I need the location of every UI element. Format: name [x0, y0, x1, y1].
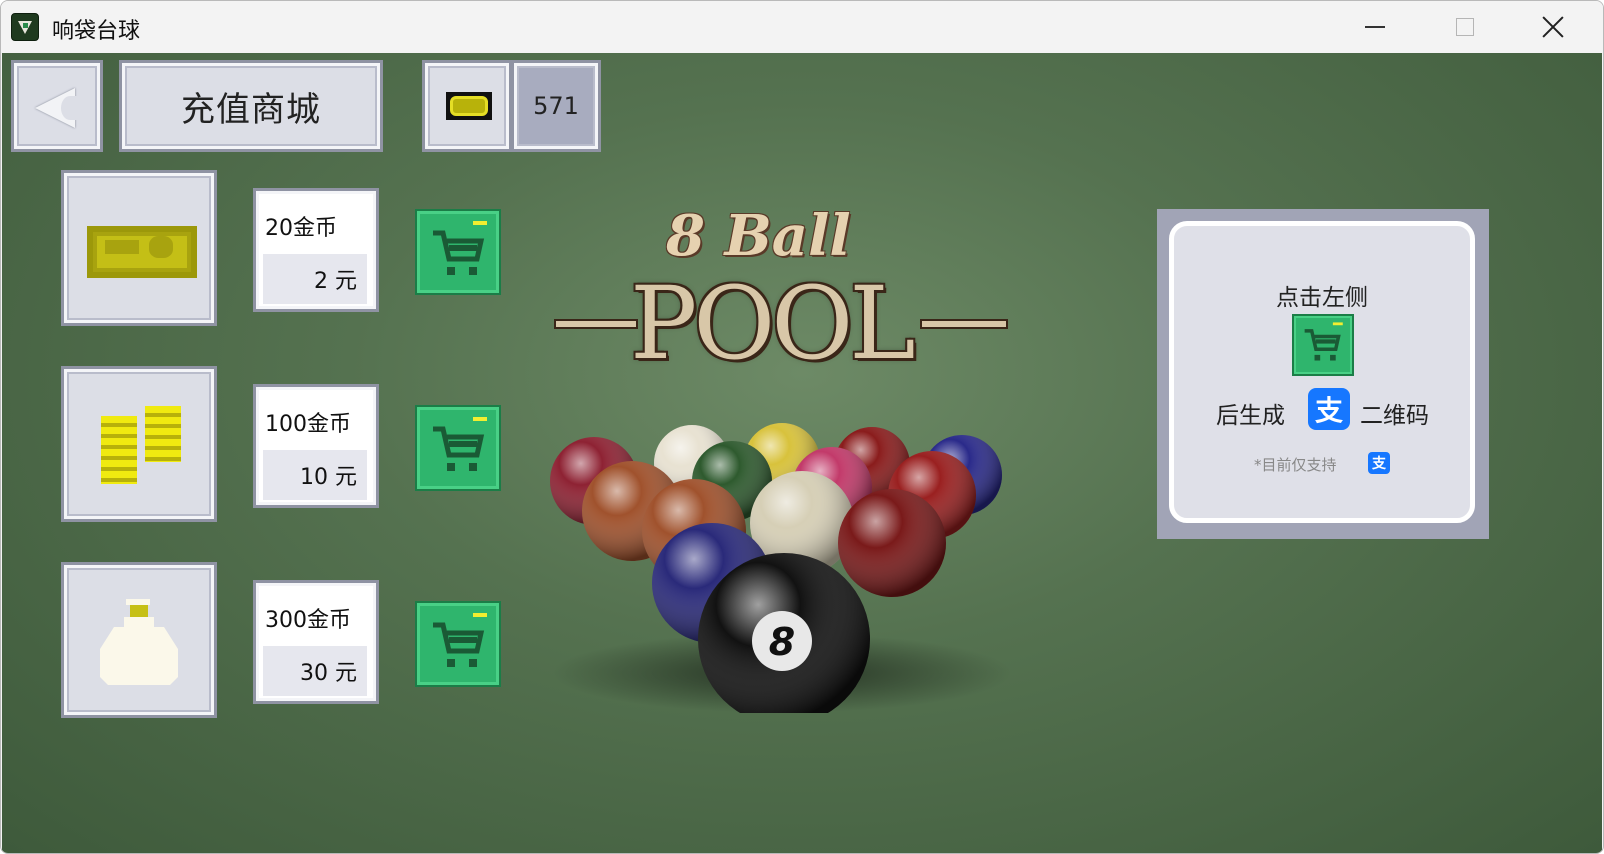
buy-button-20-coins[interactable] [415, 209, 501, 295]
page-title: 充值商城 [122, 63, 380, 149]
item-info-300-coins: 300金币 30 元 [256, 583, 376, 701]
back-button[interactable] [14, 63, 100, 149]
close-button[interactable] [1517, 5, 1589, 49]
maximize-icon [1456, 18, 1474, 36]
item-price: 2 元 [263, 254, 367, 304]
app-logo-icon [11, 13, 39, 41]
currency-icon-box [425, 63, 509, 149]
item-price: 30 元 [263, 646, 367, 696]
item-coins: 20金币 [265, 216, 337, 241]
shopping-cart-icon [433, 221, 487, 275]
item-info-100-coins: 100金币 10 元 [256, 387, 376, 505]
logo-divider [920, 319, 1008, 329]
item-coins: 100金币 [265, 412, 351, 437]
item-image-100-coins [64, 369, 214, 519]
banknote-icon [446, 92, 492, 120]
item-coins: 300金币 [265, 608, 351, 633]
item-image-300-coins [64, 565, 214, 715]
logo-pool-text: POOL [630, 265, 916, 382]
billiard-balls-image: 8 [550, 423, 1012, 713]
maximize-button[interactable] [1429, 5, 1501, 49]
info-qrcode-text: 二维码 [1360, 403, 1429, 429]
buy-button-100-coins[interactable] [415, 405, 501, 491]
close-icon [1542, 16, 1564, 38]
alipay-icon: 支 [1308, 388, 1350, 430]
title-bar: 响袋台球 [1, 1, 1603, 53]
app-window: 响袋台球 充值商城 571 20金币 2 元 100金币 10 元 300金币 … [0, 0, 1604, 854]
logo-8-ball-text: 8 Ball [666, 203, 851, 269]
info-support-note: *目前仅支持 [1254, 456, 1337, 474]
logo-divider [554, 319, 638, 329]
svg-text:8: 8 [769, 620, 795, 664]
game-canvas: 充值商城 571 20金币 2 元 100金币 10 元 300金币 30 元 … [2, 53, 1602, 853]
shopping-cart-icon [433, 417, 487, 471]
buy-button-300-coins[interactable] [415, 601, 501, 687]
info-generate-text: 后生成 [1216, 403, 1285, 429]
minimize-button[interactable] [1339, 5, 1411, 49]
item-info-20-coins: 20金币 2 元 [256, 191, 376, 309]
item-image-20-coins [64, 173, 214, 323]
alipay-icon: 支 [1368, 452, 1390, 474]
item-price: 10 元 [263, 450, 367, 500]
window-title: 响袋台球 [52, 19, 141, 44]
shopping-cart-icon [433, 613, 487, 667]
shopping-cart-icon [1292, 314, 1354, 376]
minimize-icon [1365, 26, 1385, 28]
coin-balance: 571 [514, 63, 598, 149]
money-bag-icon [100, 599, 178, 685]
info-instruction-text: 点击左侧 [1276, 285, 1368, 311]
payment-info-panel: 点击左侧 后生成 支 二维码 *目前仅支持 支 [1157, 209, 1489, 539]
banknote-icon [87, 226, 197, 278]
